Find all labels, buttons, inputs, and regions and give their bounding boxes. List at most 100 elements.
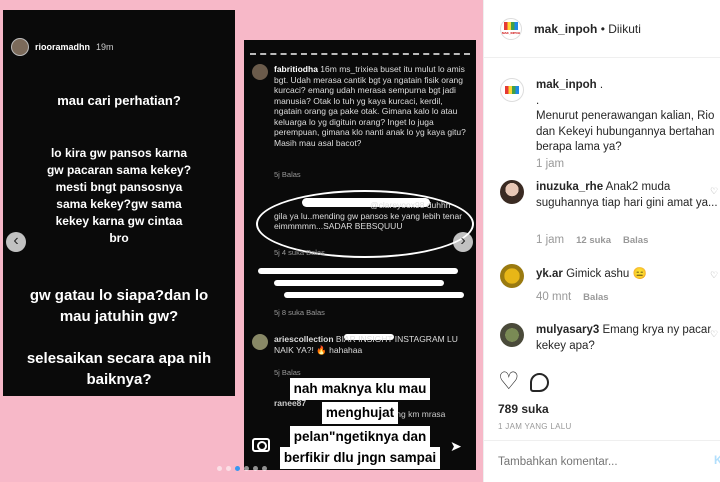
comment-mention: @clareyoox98 duhhh — [370, 200, 451, 210]
comment-text: gila ya lu..mending gw pansos ke yang le… — [274, 210, 463, 232]
comment-time[interactable]: 40 mnt — [536, 291, 571, 303]
story-line: gw pacaran sama kekey? — [46, 163, 192, 177]
commenter-avatar[interactable] — [500, 323, 524, 347]
story-time: 19m — [96, 42, 114, 52]
story-line: bro — [109, 231, 129, 245]
dashed-divider — [250, 53, 470, 55]
story-screenshot-1: riooramadhn 19m mau cari perhatian? lo k… — [3, 10, 235, 396]
logo-text: MAK_INPOH — [501, 31, 520, 35]
story-line: selesaikan secara apa nih — [26, 350, 212, 367]
reply-button[interactable]: Balas — [623, 235, 648, 246]
redaction-bar — [274, 280, 444, 286]
story-caption-line: nah maknya klu mau — [244, 378, 476, 400]
prev-slide-button[interactable]: ‹ — [6, 232, 26, 252]
comment-item: inuzuka_rhe Anak2 muda suguhannya tiap h… — [500, 180, 720, 211]
story-line: baiknya? — [86, 371, 152, 388]
story-line: gw gatau lo siapa?dan lo — [29, 287, 209, 304]
comment-avatar — [252, 64, 268, 80]
story-line: sama kekey?gw sama — [56, 197, 182, 211]
comment-item: mulyasary3 Emang krya ny pacar kekey apa… — [500, 323, 720, 354]
carousel-dot — [253, 466, 258, 471]
redaction-bar — [284, 292, 464, 298]
post-caption: mak_inpoh . . Menurut penerawangan kalia… — [500, 78, 720, 156]
story-comment-2: @clareyoox98 duhhh gila ya lu..mending g… — [274, 200, 464, 232]
tv-logo-icon — [505, 86, 519, 94]
story-line: mesti bngt pansosnya — [55, 180, 183, 194]
post-actions: ♡ — [498, 370, 549, 394]
comment-body: yk.ar Gimick ashu 😑 — [536, 264, 720, 288]
next-slide-button[interactable]: › — [453, 232, 473, 252]
caption-text: Menurut penerawangan kalian, Rio dan Kek… — [536, 110, 715, 153]
author-avatar[interactable] — [500, 78, 524, 102]
story-comment-4: ariescollection BIAR INSIGHT INSTAGRAM L… — [274, 334, 464, 355]
comment-meta: 40 mnt Balas — [536, 291, 609, 303]
likes-count[interactable]: 789 suka — [498, 402, 549, 416]
story-text-a: mau cari perhatian? — [57, 93, 181, 108]
caption-text: menghujat — [321, 402, 399, 424]
like-heart-icon[interactable]: ♡ — [498, 370, 520, 394]
story-caption-line: menghujat — [244, 402, 476, 424]
reply-button[interactable]: Balas — [583, 292, 608, 303]
comment-text: ms_trixiea buset itu mulut lo amis bgt. … — [274, 64, 466, 148]
story-line: mau jatuhin gw? — [59, 308, 179, 325]
post-sidebar: MAK_INPOH mak_inpoh • Diikuti mak_inpoh … — [483, 0, 720, 482]
comment-body: inuzuka_rhe Anak2 muda suguhannya tiap h… — [536, 180, 720, 211]
comment-meta: 5j 8 suka Balas — [274, 308, 325, 317]
add-comment-input[interactable] — [498, 455, 698, 468]
comment-bubble-icon[interactable] — [530, 373, 549, 392]
post-date: 1 JAM YANG LALU — [498, 422, 572, 431]
redaction-bar — [258, 268, 458, 274]
story-header: riooramadhn 19m — [11, 38, 114, 56]
story-text-c: gw gatau lo siapa?dan lo mau jatuhin gw? — [3, 285, 235, 327]
comment-username[interactable]: mulyasary3 — [536, 324, 599, 336]
caption-text: berfikir dlu jngn sampai — [279, 447, 441, 469]
caption-time[interactable]: 1 jam — [536, 158, 564, 170]
comment-avatar — [252, 334, 268, 350]
comment-meta: 5j Balas — [274, 170, 301, 179]
story-username: riooramadhn — [35, 42, 91, 52]
story-screenshot-2: fabritiodha 16m ms_trixiea buset itu mul… — [244, 40, 476, 470]
follow-status: • Diikuti — [597, 21, 641, 36]
comment-body: mulyasary3 Emang krya ny pacar kekey apa… — [536, 323, 720, 354]
post-comment-button[interactable]: K — [714, 455, 720, 467]
commenter-avatar[interactable] — [500, 180, 524, 204]
add-comment-bar: K — [484, 440, 720, 482]
caption-meta: 1 jam — [536, 158, 564, 170]
comment-username[interactable]: inuzuka_rhe — [536, 181, 603, 193]
caption-text: pelan"ngetiknya dan — [289, 426, 431, 448]
comment-heart-icon[interactable]: ♡ — [710, 270, 718, 281]
comment-meta: 5j Balas — [274, 368, 301, 377]
story-text-b: lo kira gw pansos karna gw pacaran sama … — [3, 145, 235, 247]
send-icon: ➤ — [450, 438, 462, 454]
story-avatar — [11, 38, 29, 56]
commenter-avatar[interactable] — [500, 264, 524, 288]
header-username[interactable]: mak_inpoh — [534, 22, 597, 36]
comment-item: yk.ar Gimick ashu 😑 — [500, 264, 720, 288]
carousel-dot-active — [235, 466, 240, 471]
story-text-d: selesaikan secara apa nih baiknya? — [3, 348, 235, 390]
caption-body: mak_inpoh . . Menurut penerawangan kalia… — [536, 78, 720, 156]
comment-username: fabritiodha — [274, 64, 318, 74]
story-line: lo kira gw pansos karna — [50, 146, 188, 160]
caption-username[interactable]: mak_inpoh — [536, 79, 597, 91]
caption-dot: . — [536, 94, 540, 107]
comment-heart-icon[interactable]: ♡ — [710, 186, 718, 197]
carousel-dots — [217, 466, 267, 471]
comment-username: ariescollection — [274, 334, 334, 344]
comment-likes[interactable]: 12 suka — [576, 235, 611, 246]
comment-text: Gimick ashu 😑 — [566, 268, 647, 280]
caption-text: nah maknya klu mau — [289, 378, 431, 400]
tv-logo-icon — [504, 22, 518, 30]
post-header: MAK_INPOH mak_inpoh • Diikuti — [484, 0, 720, 58]
comment-time: 16m — [320, 64, 337, 74]
story-comment-1: fabritiodha 16m ms_trixiea buset itu mul… — [274, 64, 470, 148]
comment-heart-icon[interactable]: ♡ — [710, 329, 718, 340]
story-line: kekey karna gw cintaa — [55, 214, 183, 228]
camera-icon — [252, 438, 270, 452]
comment-time[interactable]: 1 jam — [536, 234, 564, 246]
comment-meta: 5j 4 suka Balas — [274, 248, 325, 257]
carousel-dot — [217, 466, 222, 471]
profile-avatar[interactable]: MAK_INPOH — [500, 17, 522, 40]
post-media: riooramadhn 19m mau cari perhatian? lo k… — [0, 0, 483, 482]
comment-username[interactable]: yk.ar — [536, 268, 563, 280]
